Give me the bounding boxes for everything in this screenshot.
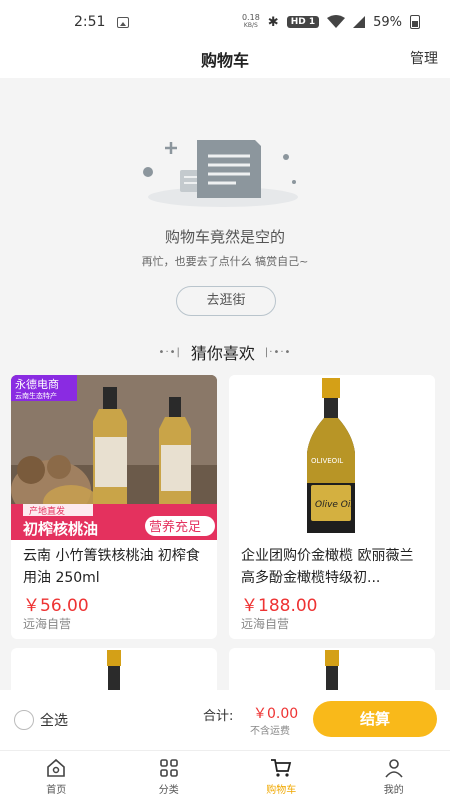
badge-store-sub: 云南生态特产 [15, 391, 57, 400]
badge-store: 永德电商 [15, 377, 59, 391]
page-title: 购物车 [200, 51, 249, 70]
bluetooth-icon: ✱ [267, 14, 279, 30]
product-image-olive-oil: OLIVEOIL Olive Oil [229, 375, 435, 540]
user-icon [385, 759, 403, 778]
speed-value: 0.18 [241, 13, 260, 22]
left-decoration-icon: •·•| [158, 346, 181, 358]
product-image-walnut-oil: 永德电商 云南生态特产 产地直发 初榨核桃油 营养充足 [11, 375, 217, 540]
product-price: ￥56.00 [23, 596, 89, 616]
go-shopping-button[interactable]: 去逛街 [176, 286, 276, 316]
product-seller: 远海自营 [241, 617, 290, 631]
status-time: 2:51 [74, 14, 106, 30]
shipping-note: 不含运费 [250, 726, 290, 737]
banner-left: 初榨核桃油 [23, 520, 98, 538]
select-all-radio[interactable] [14, 710, 34, 730]
cart-icon [271, 759, 292, 777]
gallery-icon [117, 16, 130, 28]
tab-category[interactable]: 分类 [113, 751, 226, 800]
wifi-icon [327, 15, 346, 28]
empty-cart-title: 购物车竟然是空的 [164, 228, 285, 246]
nav-bar: 购物车 管理 [0, 44, 450, 78]
checkout-bar: 全选 合计: ￥0.00 不含运费 结算 [0, 690, 450, 750]
network-speed: 0.18 KB/S [242, 14, 260, 30]
tab-profile[interactable]: 我的 [338, 751, 450, 800]
signal-icon [353, 16, 366, 28]
product-price: ￥188.00 [241, 596, 318, 616]
total-value: ￥0.00 [253, 706, 299, 722]
checkout-button[interactable]: 结算 [313, 701, 437, 737]
manage-button[interactable]: 管理 [410, 48, 438, 68]
speed-unit: KB/S [243, 22, 258, 29]
tab-home[interactable]: 首页 [0, 751, 113, 800]
right-decoration-icon: |·•·• [264, 346, 292, 358]
product-card-walnut-oil[interactable]: 永德电商 云南生态特产 产地直发 初榨核桃油 营养充足 云南 小竹箐铁核桃油 初… [11, 375, 217, 639]
empty-cart-illustration [143, 140, 298, 207]
tab-home-label: 首页 [46, 785, 67, 796]
olive-label-brand: OLIVEOIL [311, 457, 343, 465]
badge-origin: 产地直发 [29, 505, 65, 517]
battery-icon [410, 15, 420, 29]
banner-right: 营养充足 [149, 519, 201, 535]
total-label: 合计: [203, 709, 234, 724]
guess-you-like-heading: •·•| 猜你喜欢 |·•·• [0, 340, 450, 364]
tab-category-label: 分类 [158, 785, 179, 796]
guess-you-like-label: 猜你喜欢 [190, 344, 255, 363]
grid-icon [159, 759, 178, 777]
product-name: 企业团购价金橄榄 欧丽薇兰高多酚金橄榄特级初... [241, 548, 414, 586]
status-right: 0.18 KB/S ✱ HD 1 59% [242, 14, 420, 30]
product-card-olive-oil[interactable]: OLIVEOIL Olive Oil 企业团购价金橄榄 欧丽薇兰高多酚金橄榄特级… [229, 375, 435, 639]
tab-cart-label: 购物车 [266, 785, 297, 796]
empty-cart-subtitle: 再忙，也要去了点什么 犒赏自己~ [141, 255, 309, 268]
select-all-label[interactable]: 全选 [40, 710, 68, 730]
battery-percent: 59% [373, 14, 402, 30]
tab-profile-label: 我的 [383, 785, 404, 796]
olive-label-text: Olive Oil [315, 500, 353, 510]
hd-badge: HD 1 [286, 16, 320, 28]
status-bar: 2:51 0.18 KB/S ✱ HD 1 59% [0, 0, 450, 44]
tab-cart[interactable]: 购物车 [225, 751, 338, 800]
bottom-tab-bar: 首页 分类 购物车 我的 [0, 750, 450, 800]
product-name: 云南 小竹箐铁核桃油 初榨食用油 250ml [23, 548, 200, 586]
product-seller: 远海自营 [23, 617, 72, 631]
home-icon [47, 758, 66, 777]
